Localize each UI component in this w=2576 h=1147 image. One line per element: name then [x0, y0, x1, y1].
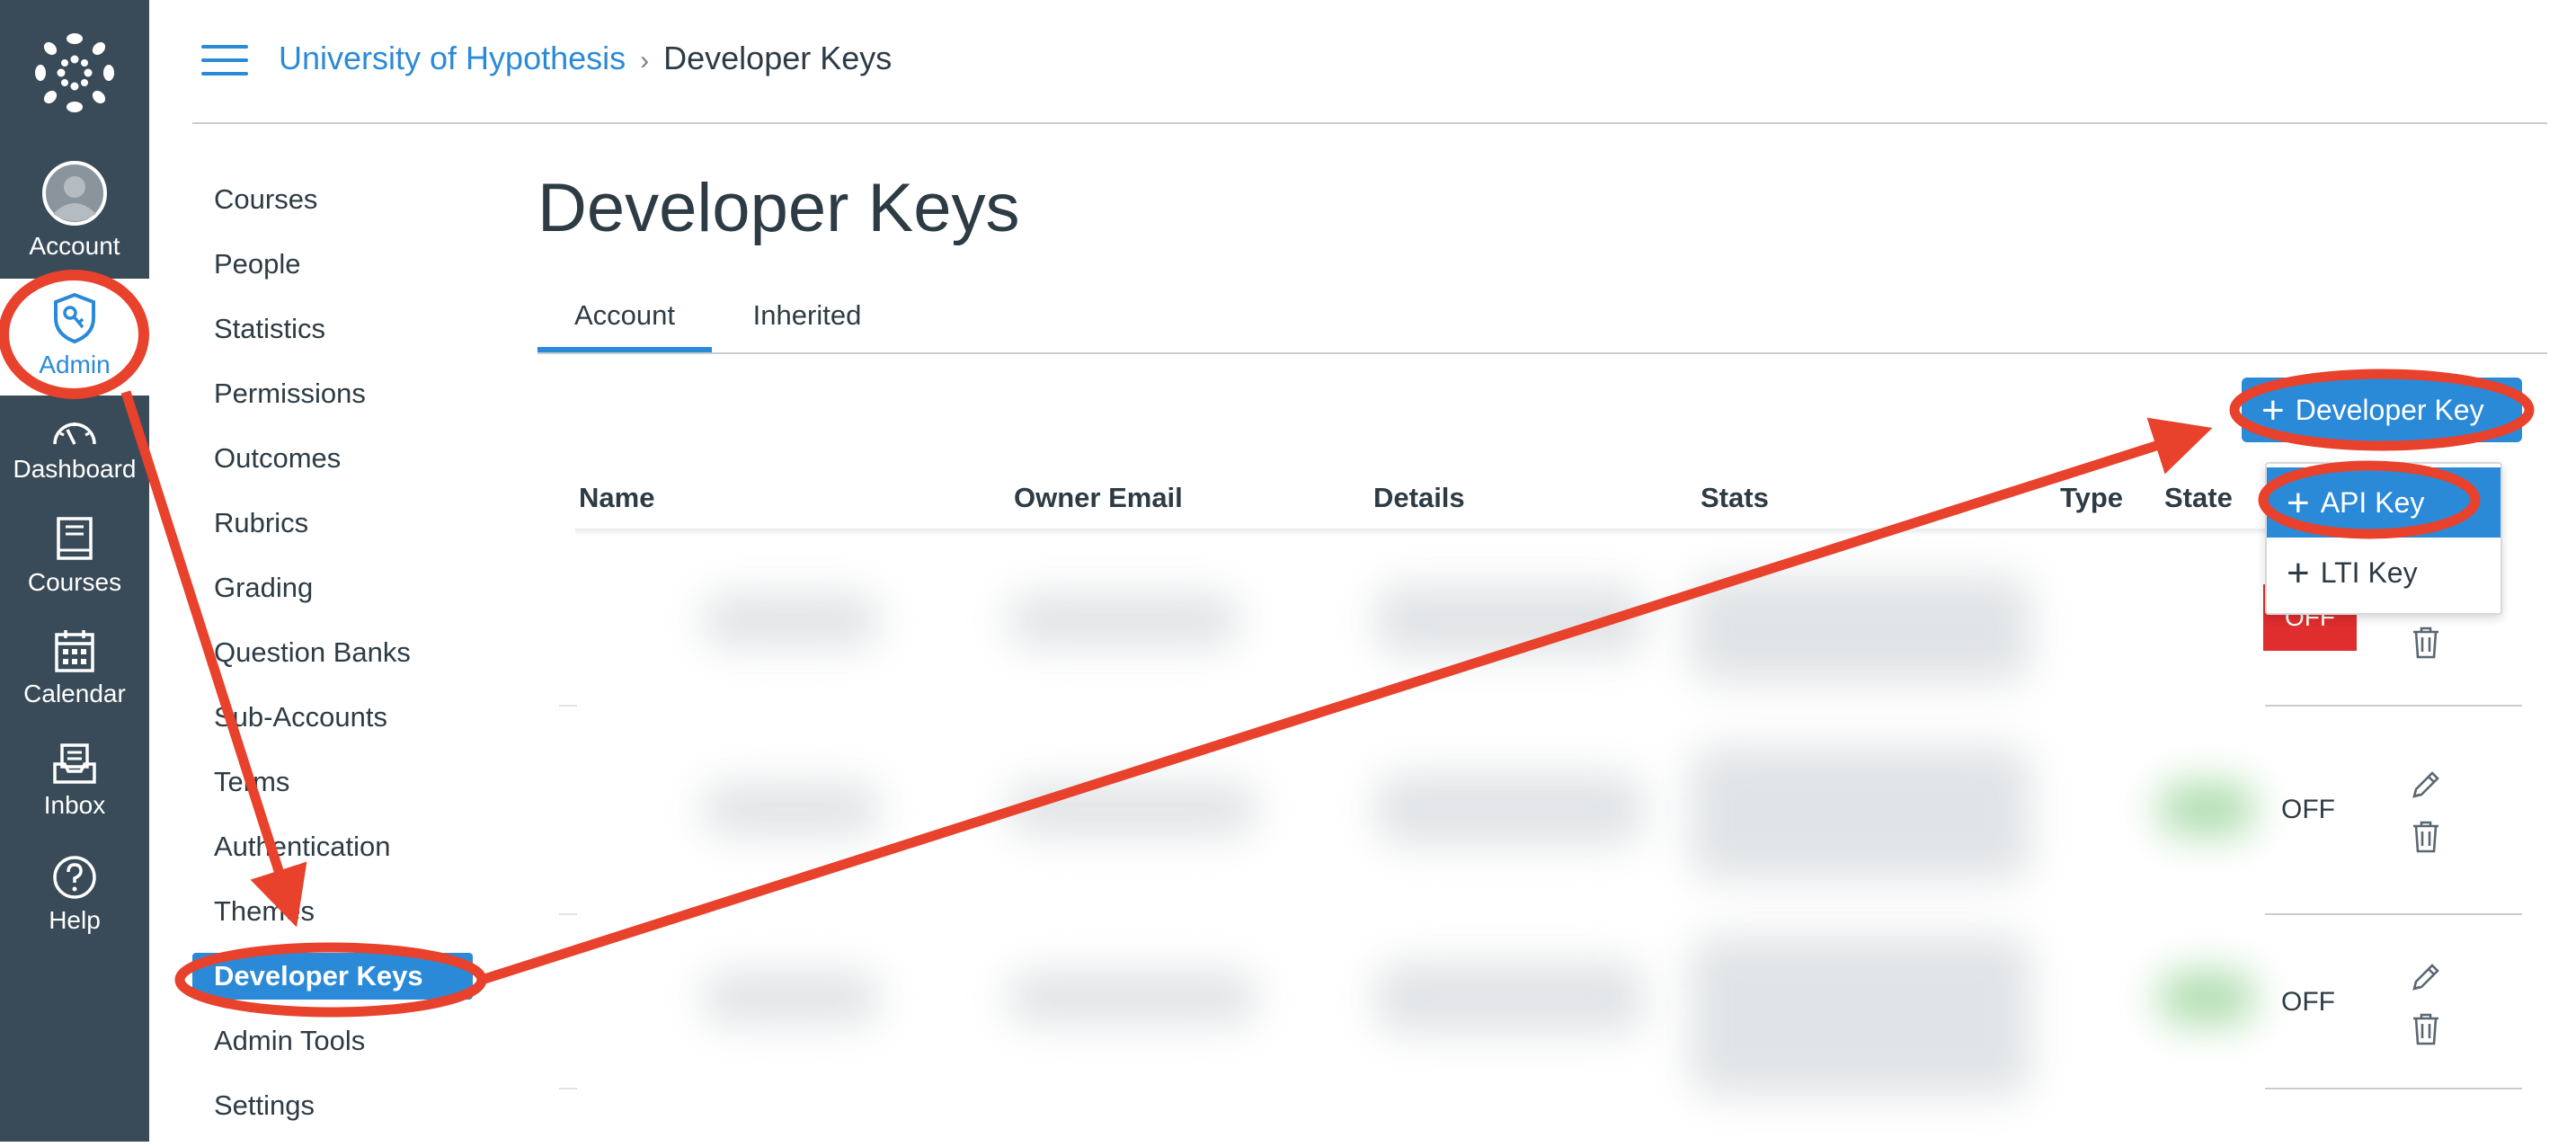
nav-account-label: Account — [29, 232, 120, 260]
calendar-icon — [55, 630, 94, 672]
nav-courses[interactable]: Courses — [0, 516, 149, 597]
row-divider — [559, 913, 577, 915]
hamburger-icon[interactable] — [201, 45, 248, 81]
tab-account[interactable]: Account — [537, 288, 712, 352]
add-developer-key-button[interactable]: + Developer Key — [2242, 378, 2522, 442]
row-divider — [2265, 913, 2522, 915]
account-avatar-icon — [42, 161, 107, 226]
menu-item-api-key[interactable]: + API Key — [2267, 467, 2500, 538]
redacted-cell — [1690, 575, 2031, 683]
subnav-item-settings[interactable]: Settings — [192, 1082, 473, 1129]
nav-account[interactable]: Account — [0, 160, 149, 261]
redacted-type-badge — [2157, 782, 2256, 836]
tab-inherited[interactable]: Inherited — [735, 288, 879, 347]
plus-icon: + — [2287, 551, 2310, 595]
inbox-icon — [53, 743, 96, 784]
redacted-cell — [1375, 773, 1645, 845]
column-header-name: Name — [579, 482, 655, 513]
redacted-cell — [701, 593, 881, 647]
nav-inbox-label: Inbox — [43, 791, 106, 819]
plus-icon: + — [2261, 388, 2285, 432]
row-divider — [2265, 705, 2522, 707]
redacted-cell — [701, 782, 881, 836]
redacted-cell — [1375, 584, 1645, 656]
column-header-details: Details — [1373, 482, 1465, 513]
subnav-item-terms[interactable]: Terms — [192, 759, 473, 805]
redacted-type-badge — [2157, 971, 2256, 1025]
nav-admin[interactable]: Admin — [0, 279, 149, 396]
subnav-item-outcomes[interactable]: Outcomes — [192, 435, 473, 482]
plus-icon: + — [2287, 481, 2310, 525]
nav-admin-label: Admin — [39, 351, 111, 378]
menu-item-lti-key[interactable]: + LTI Key — [2267, 538, 2500, 608]
table-header: Name Owner Email Details Stats Type Stat… — [555, 476, 2533, 530]
column-header-type: Type — [2060, 482, 2124, 513]
add-developer-key-label: Developer Key — [2295, 394, 2484, 426]
nav-courses-label: Courses — [27, 568, 122, 596]
subnav-item-grading[interactable]: Grading — [192, 565, 473, 611]
subnav-item-admin-tools[interactable]: Admin Tools — [192, 1018, 473, 1064]
subnav-item-courses[interactable]: Courses — [192, 176, 473, 223]
subnav-item-developer-keys[interactable]: Developer Keys — [192, 953, 473, 1000]
redacted-cell — [1007, 593, 1240, 647]
page-title: Developer Keys — [537, 170, 1020, 246]
redacted-cell — [1007, 971, 1258, 1025]
table-header-shadow — [575, 529, 2265, 536]
subnav-item-themes[interactable]: Themes — [192, 888, 473, 935]
pencil-icon[interactable] — [2409, 962, 2441, 999]
help-icon — [53, 856, 96, 899]
canvas-logo-icon[interactable] — [34, 32, 115, 118]
column-header-owner-email: Owner Email — [1014, 482, 1183, 513]
developer-key-type-menu: + API Key + LTI Key — [2265, 462, 2502, 615]
subnav-item-authentication[interactable]: Authentication — [192, 823, 473, 870]
redacted-cell — [701, 971, 881, 1025]
state-label-off[interactable]: OFF — [2281, 795, 2335, 825]
breadcrumb: University of Hypothesis › Developer Keys — [279, 40, 892, 77]
tab-list: Account Inherited — [537, 288, 2547, 354]
subnav-item-permissions[interactable]: Permissions — [192, 370, 473, 417]
column-header-state: State — [2164, 482, 2233, 513]
courses-book-icon — [57, 517, 93, 560]
breadcrumb-separator-icon: › — [640, 46, 650, 76]
redacted-cell — [1007, 782, 1258, 836]
row-divider — [2265, 1088, 2522, 1089]
admin-sub-navigation: Courses People Statistics Permissions Ou… — [192, 176, 473, 1147]
nav-dashboard[interactable]: Dashboard — [0, 413, 149, 484]
menu-item-lti-key-label: LTI Key — [2320, 556, 2418, 589]
nav-help[interactable]: Help — [0, 854, 149, 935]
nav-calendar-label: Calendar — [23, 680, 126, 707]
breadcrumb-current: Developer Keys — [663, 40, 893, 76]
row-divider — [559, 1088, 577, 1089]
redacted-cell — [1690, 935, 2031, 1097]
nav-calendar[interactable]: Calendar — [0, 627, 149, 708]
breadcrumb-account-link[interactable]: University of Hypothesis — [279, 40, 626, 76]
global-navigation: Account Admin Dashboard Courses Calendar… — [0, 0, 149, 1142]
header-divider — [192, 122, 2547, 124]
subnav-item-rubrics[interactable]: Rubrics — [192, 500, 473, 547]
trash-icon[interactable] — [2411, 820, 2441, 858]
redacted-cell — [1690, 746, 2031, 881]
pencil-icon[interactable] — [2409, 769, 2441, 806]
subnav-item-people[interactable]: People — [192, 241, 473, 288]
dashboard-gauge-icon — [53, 422, 96, 445]
subnav-item-sub-accounts[interactable]: Sub-Accounts — [192, 694, 473, 741]
trash-icon[interactable] — [2411, 626, 2441, 664]
redacted-cell — [1375, 962, 1645, 1034]
trash-icon[interactable] — [2411, 1012, 2441, 1051]
nav-inbox[interactable]: Inbox — [0, 742, 149, 820]
state-label-off[interactable]: OFF — [2281, 987, 2335, 1018]
row-divider — [559, 705, 577, 707]
subnav-item-question-banks[interactable]: Question Banks — [192, 629, 473, 676]
nav-help-label: Help — [49, 906, 101, 934]
admin-shield-icon — [54, 292, 95, 344]
column-header-stats: Stats — [1701, 482, 1769, 513]
nav-dashboard-label: Dashboard — [13, 455, 137, 483]
menu-item-api-key-label: API Key — [2320, 486, 2425, 519]
subnav-item-statistics[interactable]: Statistics — [192, 306, 473, 352]
